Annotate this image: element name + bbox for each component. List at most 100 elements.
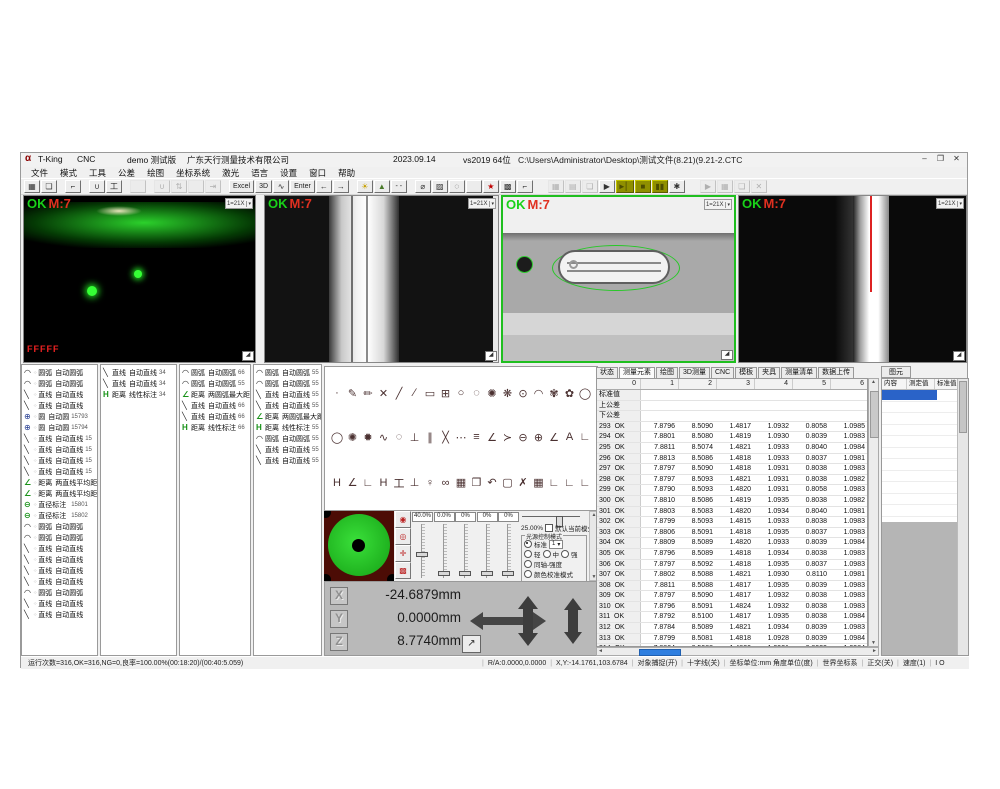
play-to-end-button[interactable]: ►▏ (616, 180, 634, 193)
detail-row[interactable] (882, 505, 968, 517)
resize-grip-icon[interactable]: ◢ (485, 351, 497, 361)
element-list-item[interactable]: ◠圆弧自动圆弧66 (180, 367, 250, 378)
open-file-button[interactable]: ❏ (41, 180, 57, 193)
circle-tool-icon[interactable]: ○ (454, 387, 468, 399)
scroll-down-icon[interactable]: ▼ (869, 640, 878, 646)
element-list-item[interactable]: ◠⁘圆弧自动圆弧 (22, 378, 97, 389)
ring-light-all-button[interactable]: ◉ (395, 511, 411, 528)
h-distance-tool-icon[interactable]: H (330, 477, 344, 489)
table-tool-icon[interactable]: ▦ (532, 476, 546, 489)
diameter-tool-icon[interactable]: ⊖ (516, 431, 530, 444)
table-row[interactable]: 301 OK7.88038.50831.48201.09340.80401.09… (597, 507, 867, 518)
resize-grip-icon[interactable]: ◢ (953, 351, 965, 361)
delete-tool-icon[interactable]: ✗ (516, 476, 530, 489)
box-tool-icon[interactable]: ▢ (501, 476, 515, 489)
laser-star-button[interactable]: ★ (483, 180, 499, 193)
dash-button[interactable]: - - (391, 180, 407, 193)
strong-radio[interactable] (561, 550, 569, 558)
element-list-item[interactable]: ⊖⁘直径标注15802 (22, 510, 97, 521)
light-slider-4[interactable]: 0% (498, 512, 519, 580)
intersect-tool-icon[interactable]: ✕ (377, 387, 391, 400)
curve-fit-button[interactable]: ∿ (273, 180, 289, 193)
table-tab-5[interactable]: 模板 (735, 367, 757, 378)
i-beam-tool-icon[interactable]: 工 (392, 475, 406, 491)
table-row[interactable]: 304 OK7.88098.50891.48201.09330.80391.09… (597, 538, 867, 549)
save-result-button[interactable]: ▦ (717, 180, 733, 193)
scrollbar-thumb[interactable] (639, 649, 681, 656)
gear-circle-tool-icon[interactable]: ❋ (501, 387, 515, 400)
detail-row[interactable] (882, 413, 968, 425)
stop-button[interactable]: ■ (635, 180, 651, 193)
element-list-item[interactable]: ╲⁘直线自动直线15 (22, 433, 97, 444)
aux-button[interactable] (188, 180, 204, 193)
resize-grip-icon[interactable]: ◢ (242, 351, 254, 361)
column-header-2[interactable]: 2 (679, 379, 717, 389)
column-header-6[interactable]: 6 (831, 379, 868, 389)
angle2-tool-icon[interactable]: ∠ (547, 431, 561, 444)
corner-snap-button[interactable]: ⌐ (517, 180, 533, 193)
element-list-item[interactable]: ⊖⁘直径标注15801 (22, 499, 97, 510)
detail-row[interactable] (882, 402, 968, 414)
column-header-1[interactable]: 1 (641, 379, 679, 389)
plumb-tool-icon[interactable]: ♀ (423, 477, 437, 489)
vertex-tool-icon[interactable]: ≻ (501, 431, 515, 444)
save-program-button[interactable]: ▦ (548, 180, 564, 193)
element-detail-tab[interactable]: 图元 (881, 366, 911, 378)
element-list-item[interactable]: ◠⁘圆弧自动圆弧 (22, 367, 97, 378)
minimize-button[interactable]: – (918, 154, 931, 165)
table-row[interactable]: 297 OK7.87978.50901.48181.09310.80381.09… (597, 464, 867, 475)
table-row[interactable]: 306 OK7.87978.50921.48181.09350.80371.09… (597, 560, 867, 571)
element-list-item[interactable]: ╲直线自动直线34 (101, 378, 176, 389)
slider-thumb[interactable] (481, 571, 493, 576)
scroll-right-icon[interactable]: ► (872, 648, 877, 655)
arrow-right-button[interactable]: → (333, 180, 349, 193)
height-tool-icon[interactable]: H (377, 477, 391, 489)
table-tab-7[interactable]: 测量清单 (781, 367, 817, 378)
ellipse-tool-icon[interactable]: ◯ (578, 387, 592, 400)
element-list-item[interactable]: ╲直线自动直线34 (101, 367, 176, 378)
open-result-button[interactable]: ❏ (734, 180, 750, 193)
right-angle-tool-icon[interactable]: ∟ (578, 431, 592, 443)
zoom-search-button[interactable]: ⌀ (415, 180, 431, 193)
element-list-item[interactable]: H距离线性标注34 (101, 389, 176, 400)
table-row[interactable]: 300 OK7.88108.50861.48191.09350.80381.09… (597, 496, 867, 507)
menu-item-1[interactable]: 模式 (54, 167, 83, 179)
element-list-item[interactable]: ╲⁘直线自动直线 (22, 543, 97, 554)
magnification-select[interactable]: 1=21X▾ (704, 199, 732, 210)
center-point-tool-icon[interactable]: ⊙ (516, 387, 530, 400)
light-slider-1[interactable]: 0.0% (434, 512, 455, 580)
column-header-4[interactable]: 4 (755, 379, 793, 389)
element-list-item[interactable]: ╲直线自动直线55 (254, 400, 321, 411)
camera-view-4[interactable]: OKM:7 1=21X▾ ◢ (738, 195, 967, 363)
undo-tool-icon[interactable]: ↶ (485, 476, 499, 489)
parallel-tool-icon[interactable]: ∥ (423, 431, 437, 444)
ring-light-tool-icon[interactable]: ✺ (485, 387, 499, 400)
detail-row[interactable] (882, 448, 968, 460)
table-row[interactable]: 307 OK7.88028.50881.48211.09300.81101.09… (597, 570, 867, 581)
detail-row[interactable] (882, 482, 968, 494)
text-tool-icon[interactable]: A (563, 431, 577, 443)
table-row[interactable]: 296 OK7.88138.50861.48181.09330.80371.09… (597, 454, 867, 465)
link-tool-icon[interactable]: ∞ (439, 477, 453, 489)
table-tab-0[interactable]: 状态 (596, 367, 618, 378)
element-list-item[interactable]: ╲⁘直线自动直线 (22, 565, 97, 576)
element-list-item[interactable]: ◠圆弧自动圆弧55 (254, 433, 321, 444)
column-header-0[interactable]: 0 (597, 379, 641, 389)
pause-button[interactable]: ▮▮ (652, 180, 668, 193)
line-angle-tool-icon[interactable]: ∠ (346, 476, 360, 489)
element-list-item[interactable]: ◠⁘圆弧自动圆弧 (22, 521, 97, 532)
element-list-item[interactable]: ╲⁘直线自动直线 (22, 554, 97, 565)
element-list-item[interactable]: ∠距离两圆弧最大距离 (254, 411, 321, 422)
point-tool-icon[interactable]: · (330, 387, 344, 399)
detail-row[interactable] (882, 436, 968, 448)
arc-tool-icon[interactable]: ◠ (532, 387, 546, 400)
default-mode-checkbox[interactable] (545, 524, 553, 532)
level-dropdown[interactable]: 1▾ (549, 540, 563, 549)
lasso-select-button[interactable]: ◌ (449, 180, 465, 193)
ring-light-quad-button[interactable]: ✛ (395, 545, 411, 562)
column-header-5[interactable]: 5 (793, 379, 831, 389)
table-row[interactable]: 305 OK7.87968.50891.48181.09340.80381.09… (597, 549, 867, 560)
element-list-item[interactable]: ╲直线自动直线55 (254, 444, 321, 455)
element-list-item[interactable]: ⊕⁘圆自动圆15793 (22, 411, 97, 422)
element-list-item[interactable]: H距离线性标注66 (180, 422, 250, 433)
